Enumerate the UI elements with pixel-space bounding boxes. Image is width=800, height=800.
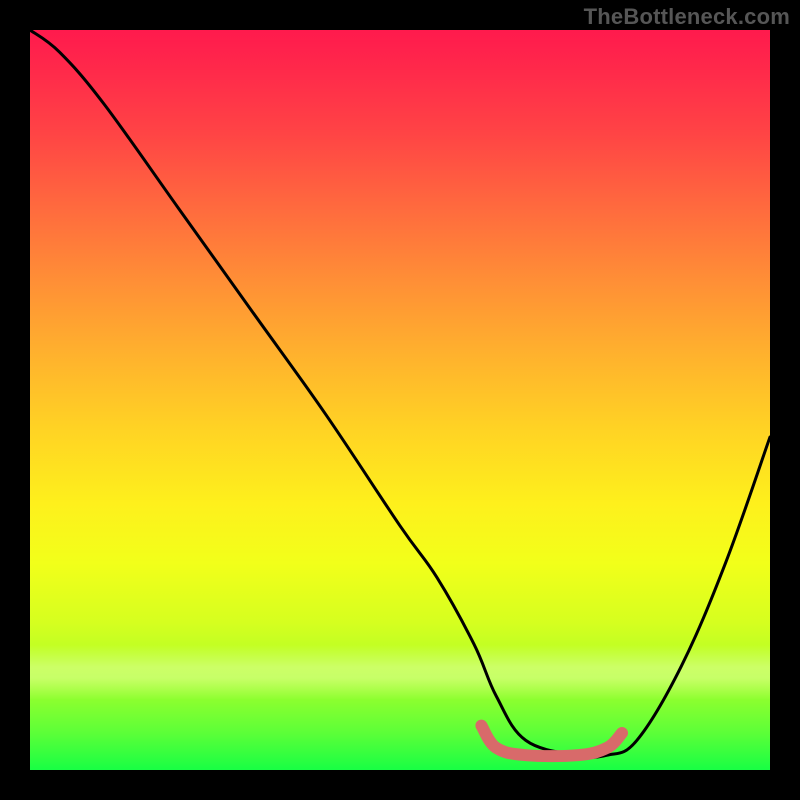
flat-bottom-highlight-path bbox=[481, 726, 622, 757]
curve-path bbox=[30, 30, 770, 757]
chart-svg bbox=[30, 30, 770, 770]
pale-band bbox=[30, 645, 770, 700]
chart-frame: TheBottleneck.com bbox=[0, 0, 800, 800]
chart-plot-area bbox=[30, 30, 770, 770]
watermark-text: TheBottleneck.com bbox=[584, 4, 790, 30]
